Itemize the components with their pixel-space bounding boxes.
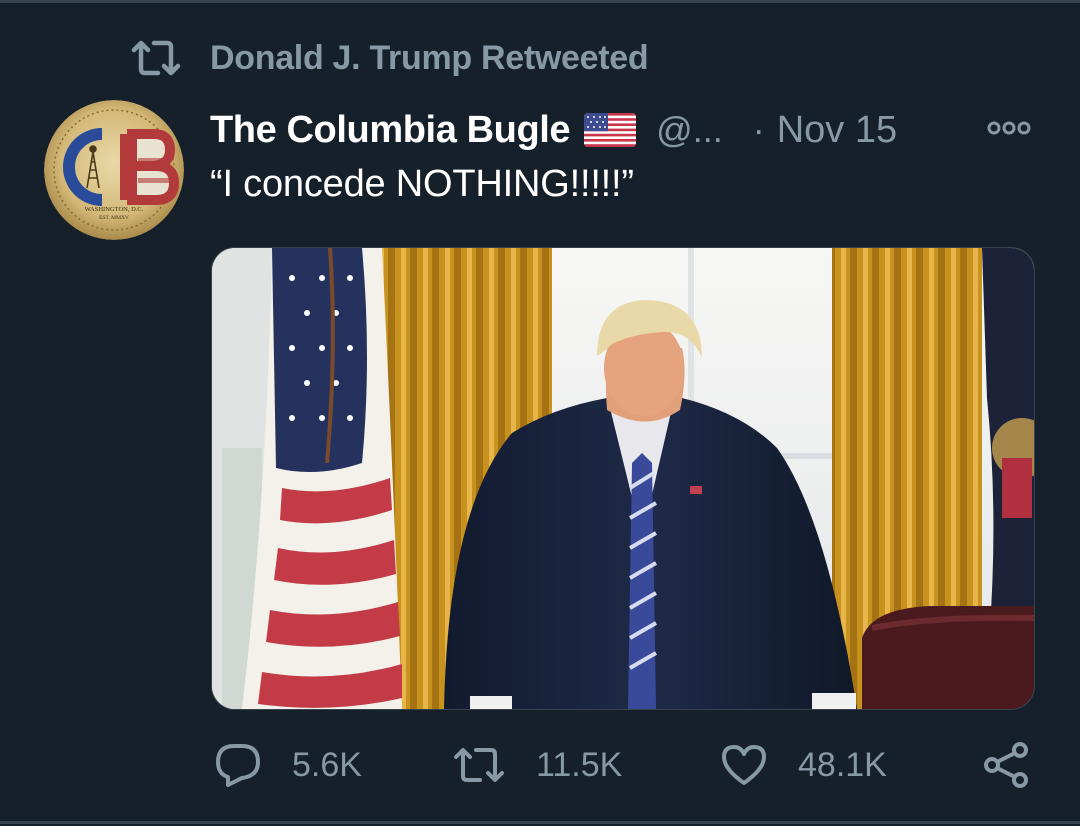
avatar-line2: EST. MMXV — [99, 215, 129, 221]
avatar-line1: WASHINGTON, D.C. — [85, 206, 144, 213]
retweet-button[interactable]: 11.5K — [452, 730, 622, 800]
display-name[interactable]: The Columbia Bugle — [210, 109, 571, 152]
bottom-divider — [0, 821, 1080, 824]
reply-count: 5.6K — [292, 745, 362, 784]
us-flag-emoji — [584, 113, 637, 147]
tweet-text: “I concede NOTHING!!!!!” — [210, 163, 634, 205]
share-icon — [984, 742, 1028, 788]
reply-icon — [216, 744, 260, 787]
avatar[interactable]: WASHINGTON, D.C. EST. MMXV — [44, 100, 184, 240]
tweet-media[interactable] — [211, 247, 1035, 710]
reply-button[interactable]: 5.6K — [214, 730, 362, 800]
handle[interactable]: @... — [656, 109, 723, 151]
retweeted-by-label: Donald J. Trump Retweeted — [210, 38, 649, 77]
share-button[interactable] — [982, 730, 1030, 800]
like-button[interactable]: 48.1K — [720, 730, 887, 800]
retweet-context[interactable]: Donald J. Trump Retweeted — [130, 38, 649, 78]
dot-separator: · — [752, 109, 765, 150]
retweet-count: 11.5K — [536, 745, 623, 784]
more-options-icon[interactable] — [986, 118, 1032, 138]
tweet-time[interactable]: Nov 15 — [777, 109, 897, 152]
tweet-header: The Columbia Bugle @... · Nov 15 — [210, 104, 1050, 156]
top-divider — [0, 0, 1080, 3]
retweet-icon — [131, 40, 181, 76]
like-count: 48.1K — [798, 745, 887, 784]
tweet-actions: 5.6K 11.5K 48.1K — [0, 730, 1080, 800]
heart-icon — [722, 745, 766, 785]
retweet-icon — [454, 748, 504, 782]
